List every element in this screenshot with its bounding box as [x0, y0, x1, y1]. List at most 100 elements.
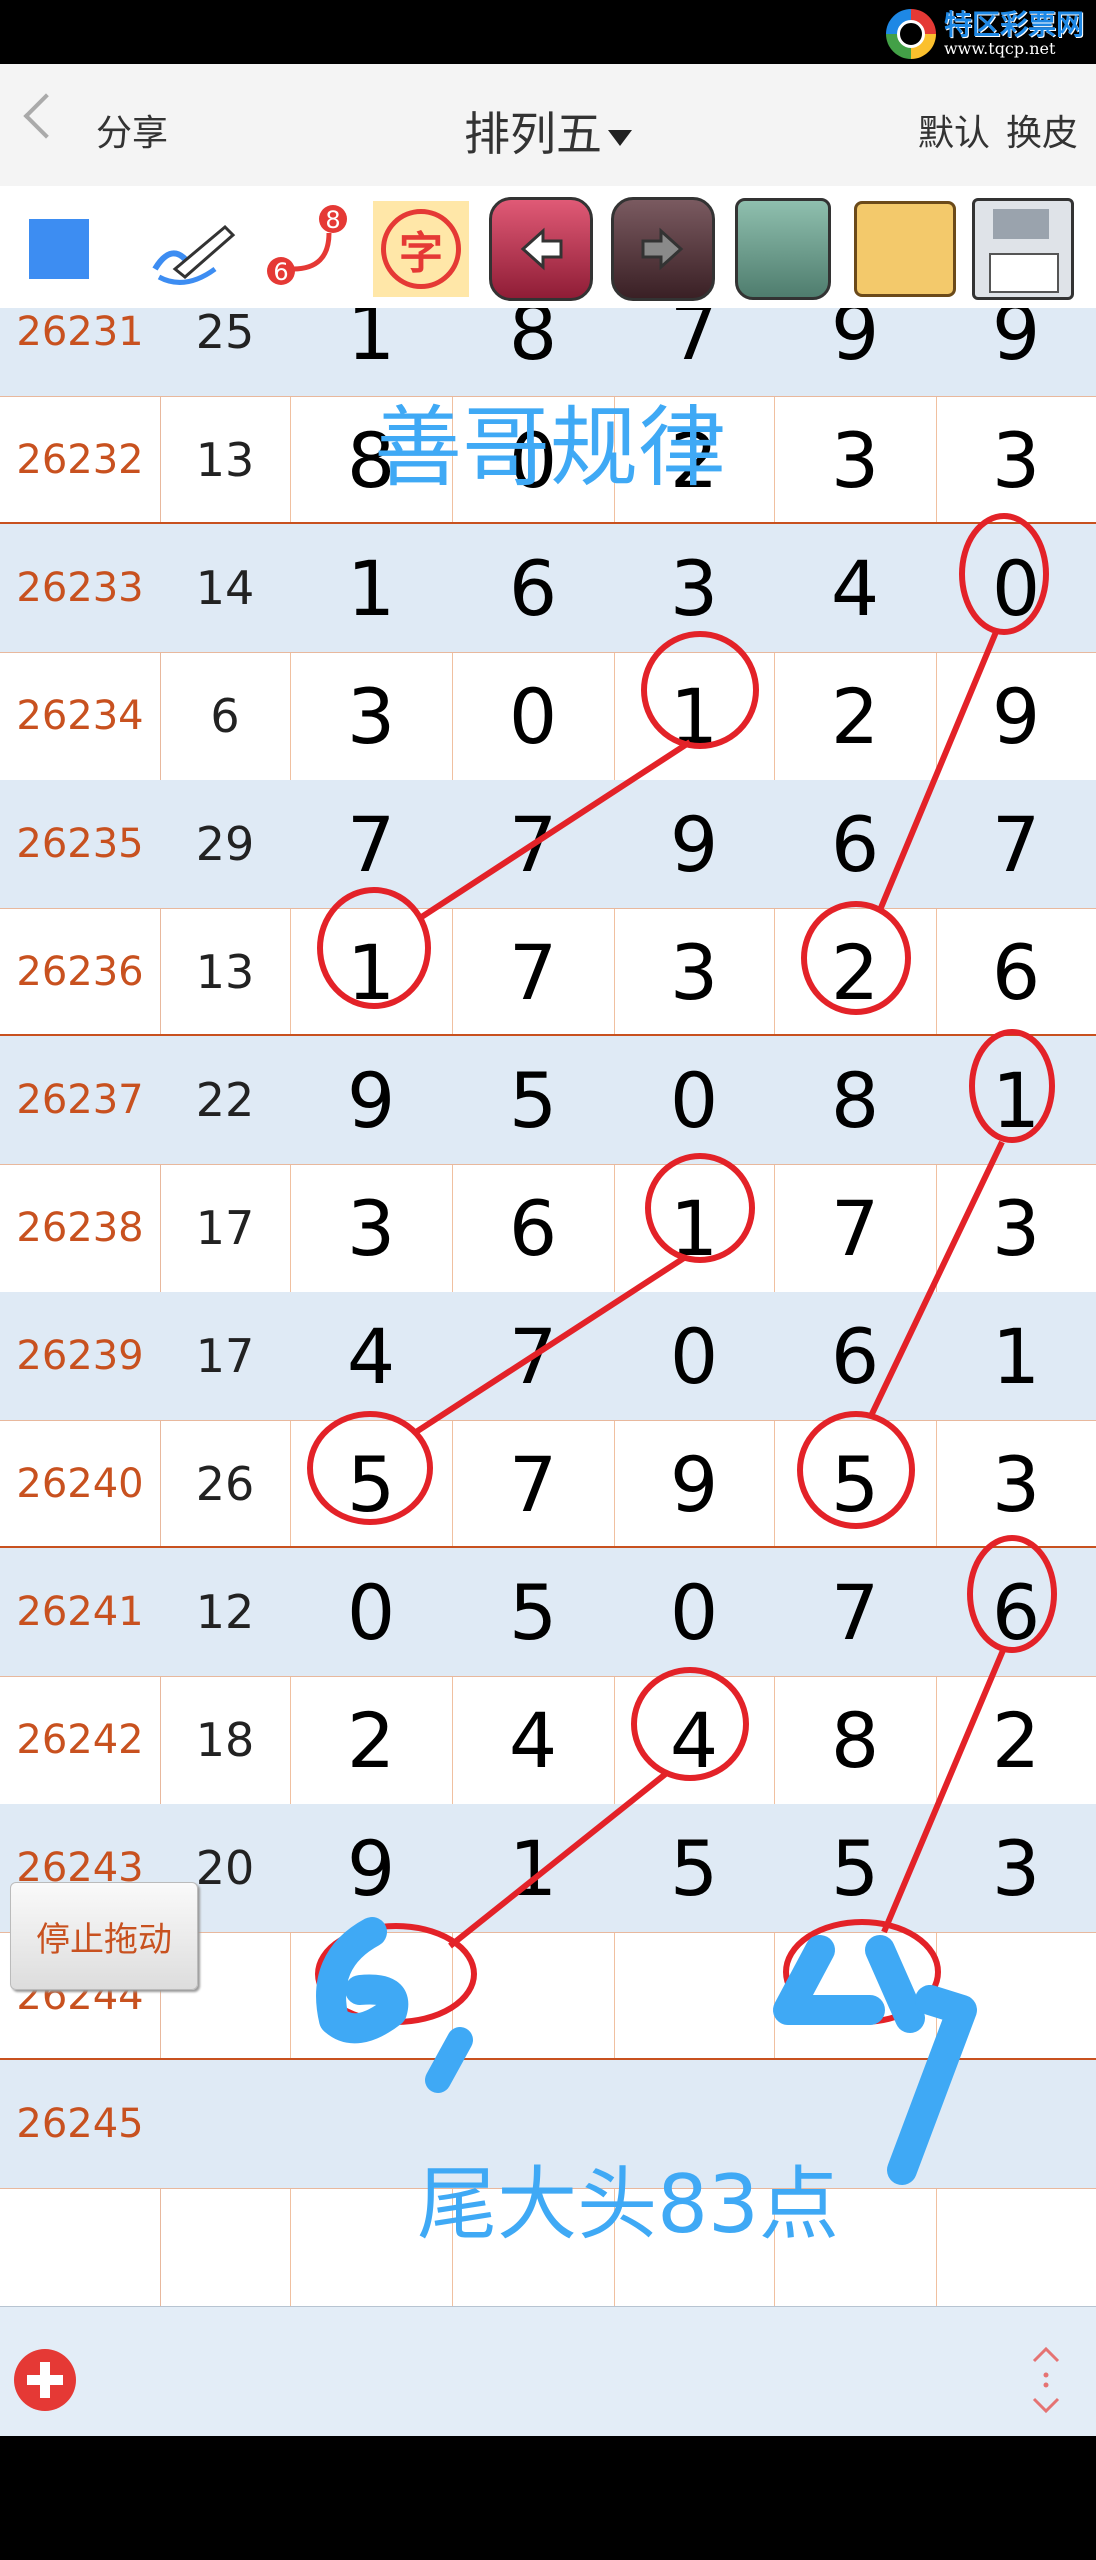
digit-cell: 5	[508, 1055, 558, 1145]
digit-cell: 9	[830, 308, 880, 377]
sum-value: 6	[210, 689, 240, 743]
digit-cell	[774, 2188, 936, 2306]
sum-value: 12	[195, 1585, 255, 1639]
digit-cell	[774, 2060, 936, 2188]
curve-label-8: 8	[325, 206, 340, 234]
digit-cell: 9	[991, 671, 1041, 761]
share-link[interactable]: 分享	[96, 104, 168, 156]
table-row: 26231 25 1 8 7 9 9	[0, 308, 1096, 396]
digit-cell	[290, 1932, 452, 2060]
digit-cell	[614, 1932, 774, 2060]
color-picker-button[interactable]	[4, 194, 114, 304]
table-row: 26235 29 7 7 9 6 7	[0, 780, 1096, 908]
lottery-type-dropdown[interactable]: 排列五	[464, 107, 632, 161]
table-row: 26240 26 5 7 9 5 3	[0, 1420, 1096, 1548]
digit-cell: 6	[991, 1567, 1041, 1657]
watermark-logo-icon	[885, 9, 936, 59]
curve-tool-button[interactable]: 6 8	[254, 194, 364, 304]
sum-value: 29	[195, 817, 255, 871]
digit-cell: 1	[346, 308, 396, 377]
curve-label-6: 6	[273, 258, 288, 286]
digit-cell: 9	[346, 1055, 396, 1145]
watermark-title: 特区彩票网	[943, 8, 1084, 41]
digit-cell: 2	[830, 671, 880, 761]
digit-cell: 4	[669, 1695, 719, 1785]
trash-icon	[735, 198, 831, 300]
digit-cell: 3	[991, 1439, 1041, 1529]
digit-cell: 0	[991, 543, 1041, 633]
results-table[interactable]: 26231 25 1 8 7 9 9 26232 13 8 0 2 3 3 26233 14 1 6 3 4 0 2623…	[0, 308, 1096, 2306]
default-link[interactable]: 默认	[918, 113, 990, 154]
status-bar: 特区彩票网 www.tqcp.net	[0, 0, 1096, 64]
issue-number: 26234	[16, 693, 144, 739]
digit-cell: 8	[830, 1055, 880, 1145]
issue-number: 26240	[16, 1461, 144, 1507]
image-button[interactable]	[850, 194, 960, 304]
table-row	[0, 2188, 1096, 2306]
redo-arrow-icon	[611, 197, 715, 301]
digit-cell: 7	[991, 799, 1041, 889]
digit-cell: 7	[508, 799, 558, 889]
scroll-up-down-icon[interactable]	[1026, 2345, 1066, 2415]
pen-tool-button[interactable]	[140, 194, 250, 304]
color-square-icon	[29, 219, 89, 279]
text-tool-button[interactable]: 字	[366, 194, 476, 304]
undo-button[interactable]	[486, 194, 596, 304]
table-row: 26238 17 3 6 1 7 3	[0, 1164, 1096, 1292]
change-skin-link[interactable]: 换皮	[1006, 113, 1078, 154]
digit-cell: 9	[669, 799, 719, 889]
digit-cell: 4	[830, 543, 880, 633]
back-arrow-icon[interactable]	[23, 93, 69, 139]
photos-icon	[854, 201, 956, 297]
sum-value: 18	[195, 1713, 255, 1767]
digit-cell: 8	[508, 308, 558, 377]
add-icon[interactable]	[14, 2349, 76, 2411]
lottery-type-label: 排列五	[464, 107, 602, 161]
undo-arrow-icon	[489, 197, 593, 301]
issue-number: 26232	[16, 437, 144, 483]
digit-cell: 7	[346, 799, 396, 889]
digit-cell: 7	[508, 1311, 558, 1401]
digit-cell: 1	[991, 1311, 1041, 1401]
redo-button[interactable]	[608, 194, 718, 304]
digit-cell	[452, 2188, 614, 2306]
digit-cell	[290, 2060, 452, 2188]
digit-cell: 6	[830, 799, 880, 889]
header-bar: 分享 排列五 默认 换皮	[0, 64, 1096, 187]
digit-cell: 6	[830, 1311, 880, 1401]
digit-cell: 6	[991, 927, 1041, 1017]
issue-number: 26231	[16, 309, 144, 355]
digit-cell: 3	[991, 415, 1041, 505]
digit-cell: 7	[830, 1183, 880, 1273]
table-row: 26232 13 8 0 2 3 3	[0, 396, 1096, 524]
curve-6-8-icon: 6 8	[267, 205, 347, 286]
save-button[interactable]	[968, 194, 1078, 304]
table-row: 26234 6 3 0 1 2 9	[0, 652, 1096, 780]
sum-value	[160, 2060, 290, 2188]
digit-cell: 8	[346, 415, 396, 505]
digit-cell: 1	[669, 671, 719, 761]
stop-drag-button[interactable]: 停止拖动	[10, 1882, 198, 1990]
digit-cell: 0	[669, 1055, 719, 1145]
sum-value: 14	[195, 561, 255, 615]
issue-number: 26238	[16, 1205, 144, 1251]
digit-cell: 4	[346, 1311, 396, 1401]
digit-cell: 6	[508, 543, 558, 633]
digit-cell: 3	[346, 671, 396, 761]
watermark: 特区彩票网 www.tqcp.net	[885, 6, 1084, 62]
digit-cell	[774, 1932, 936, 2060]
digit-cell: 5	[830, 1439, 880, 1529]
digit-cell: 1	[346, 543, 396, 633]
digit-cell	[614, 2188, 774, 2306]
digit-cell: 2	[991, 1695, 1041, 1785]
clear-button[interactable]	[728, 194, 838, 304]
digit-cell: 9	[991, 308, 1041, 377]
digit-cell: 1	[991, 1055, 1041, 1145]
digit-cell: 3	[991, 1823, 1041, 1913]
digit-cell: 3	[669, 543, 719, 633]
digit-cell: 5	[508, 1567, 558, 1657]
digit-cell: 2	[669, 415, 719, 505]
digit-cell	[936, 2188, 1096, 2306]
sum-value	[160, 2188, 290, 2306]
digit-cell: 9	[669, 1439, 719, 1529]
